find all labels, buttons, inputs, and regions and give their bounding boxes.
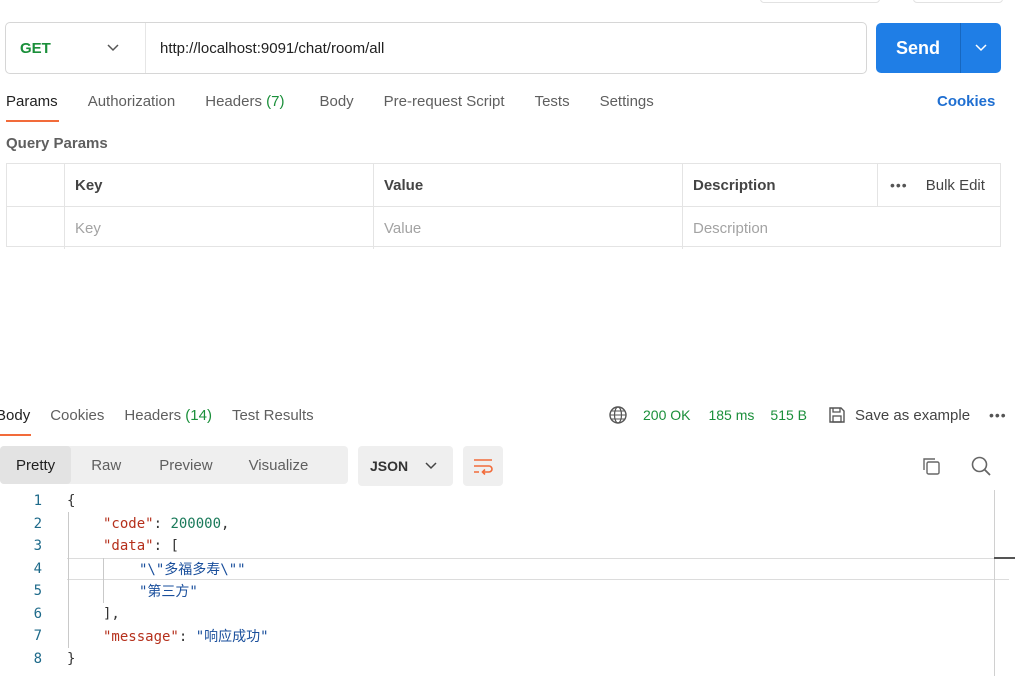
indent-guide [103,558,104,603]
code-line: 8 } [33,651,76,667]
send-button[interactable]: Send [876,23,1001,73]
copy-icon[interactable] [921,456,941,476]
chevron-down-icon [425,462,437,470]
save-as-example-button[interactable]: Save as example [827,405,970,425]
editor-scrollbar[interactable] [994,490,995,676]
tab-authorization[interactable]: Authorization [88,93,176,110]
save-icon [829,407,845,423]
url-input[interactable]: http://localhost:9091/chat/room/all [146,40,384,57]
send-label: Send [895,37,940,58]
format-raw[interactable]: Raw [71,446,141,484]
response-headers-count: (14) [185,407,212,424]
active-tab-indicator [6,120,59,122]
wrap-icon [474,459,493,475]
code-line: 2 "code": 200000, [33,516,230,532]
scroll-position-marker [994,557,1015,559]
tab-pre-request-script[interactable]: Pre-request Script [384,93,505,110]
format-tabs: Pretty Raw Preview Visualize [0,446,348,484]
method-select[interactable]: GET [6,23,146,73]
value-input[interactable]: Value [373,207,682,249]
language-select[interactable]: JSON [358,446,453,486]
response-code-viewer[interactable]: 1 { 2 "code": 200000, 3 "data": [ 4 "\"多… [0,490,1015,676]
description-input[interactable]: Description [682,207,1002,249]
tab-headers[interactable]: Headers (7) [205,93,284,110]
tab-tests[interactable]: Tests [535,93,570,110]
language-label: JSON [370,458,409,474]
top-toolbar-stub [760,0,880,3]
more-options-icon[interactable]: ••• [989,407,1007,423]
tab-settings[interactable]: Settings [600,93,654,110]
query-params-table: Key Value Description ••• Bulk Edit Key … [6,163,1002,249]
tab-response-body[interactable]: Body [0,407,30,424]
code-line: 4 "\"多福多寿\"" [33,561,246,578]
code-line: 6 ], [33,606,120,622]
table-row: Key Value Description [7,206,1002,249]
bulk-edit-label: Bulk Edit [925,176,985,194]
active-response-tab-indicator [0,434,31,436]
method-label: GET [20,39,51,57]
code-line: 5 "第三方" [33,583,198,600]
query-params-title: Query Params [6,135,108,152]
header-key: Key [64,164,373,206]
save-as-example-label: Save as example [855,406,971,424]
tab-body[interactable]: Body [319,93,353,110]
headers-count: (7) [266,93,285,110]
response-tabs: Body Cookies Headers (14) Test Results [0,407,334,424]
chevron-down-icon [107,44,119,52]
more-options-icon[interactable]: ••• [890,177,908,193]
send-options-button[interactable] [961,44,1001,52]
tab-params[interactable]: Params [6,93,58,110]
chevron-down-icon [975,44,987,52]
row-checkbox-cell [7,207,64,249]
format-visualize[interactable]: Visualize [231,446,327,484]
tab-response-headers[interactable]: Headers (14) [124,407,212,424]
search-icon[interactable] [970,455,992,477]
top-toolbar-stub-2 [913,0,1003,3]
wrap-lines-button[interactable] [463,446,503,486]
format-preview[interactable]: Preview [141,446,230,484]
table-header-row: Key Value Description ••• Bulk Edit [7,164,1000,206]
code-line: 3 "data": [ [33,538,179,554]
request-tabs: Params Authorization Headers (7) Body Pr… [6,93,684,110]
tab-response-cookies[interactable]: Cookies [50,407,104,424]
key-input[interactable]: Key [64,207,373,249]
header-value: Value [373,164,682,206]
status-code[interactable]: 200 OK [643,407,690,423]
cookies-link[interactable]: Cookies [937,93,995,110]
bulk-edit-button[interactable]: ••• Bulk Edit [877,164,1002,206]
format-pretty[interactable]: Pretty [0,446,72,484]
globe-icon[interactable] [608,405,628,425]
code-line: 7 "message": "响应成功" [33,628,269,645]
tab-test-results[interactable]: Test Results [232,407,314,424]
response-meta: 200 OK 185 ms 515 B Save as example [608,405,970,425]
checkbox-column [7,164,64,206]
code-line: 1 { [33,493,76,509]
response-time[interactable]: 185 ms [708,407,754,423]
header-description: Description [682,164,877,206]
indent-guide [68,512,69,648]
response-size[interactable]: 515 B [770,407,807,423]
url-bar: GET http://localhost:9091/chat/room/all [5,22,867,74]
